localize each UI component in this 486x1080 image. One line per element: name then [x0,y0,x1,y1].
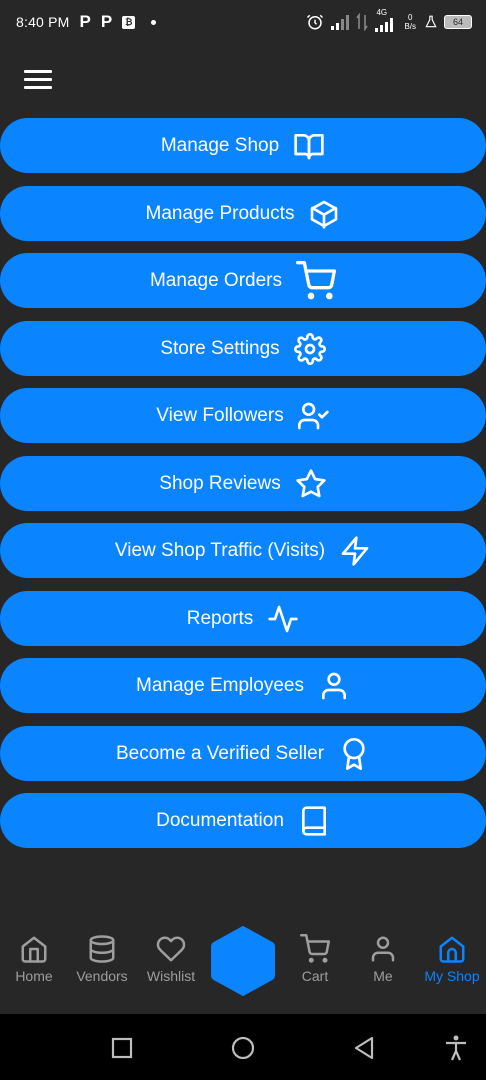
manage-employees-button[interactable]: Manage Employees [0,658,486,713]
user-icon [371,936,395,962]
gear-icon [293,332,326,365]
manage-shop-button[interactable]: Manage Shop [0,118,486,173]
nav-label: Home [15,968,53,984]
action-label: Shop Reviews [159,472,281,494]
action-label: View Shop Traffic (Visits) [114,539,326,561]
user-icon [321,672,346,699]
home-circle-icon[interactable] [229,1034,257,1062]
app-notification-icon: P [100,12,113,31]
notification-icon: ₿ [122,15,136,29]
back-icon[interactable] [350,1034,378,1062]
more-notifications-icon [151,19,157,25]
documentation-button[interactable]: Documentation [0,793,486,848]
nav-cart[interactable]: Cart [281,934,349,984]
flask-icon [425,15,437,28]
center-hexagon-button[interactable] [210,925,276,997]
lightning-icon [341,535,369,566]
battery-icon: 64 [444,15,472,29]
nav-label: Cart [301,968,329,984]
nav-wishlist[interactable]: Wishlist [137,934,205,984]
data-rate: 0 B/s [404,13,416,31]
accessibility-icon[interactable] [442,1034,470,1062]
shop-icon [439,936,465,963]
system-navigation-bar [0,1014,486,1080]
action-label: Reports [186,607,254,629]
box-icon [311,200,338,229]
alarm-icon [307,14,324,30]
nav-vendors[interactable]: Vendors [68,934,136,984]
reports-button[interactable]: Reports [0,591,486,646]
user-check-icon [297,402,329,429]
home-icon [21,936,47,963]
view-followers-button[interactable]: View Followers [0,388,486,443]
action-label: Manage Products [145,202,295,224]
nav-label: My Shop [424,968,480,984]
activity-icon [268,605,298,632]
action-label: Become a Verified Seller [115,742,325,764]
database-icon [89,935,115,963]
bottom-navigation: Home Vendors Wishlist Cart Me My Shop [0,920,486,1014]
nav-my-shop[interactable]: My Shop [418,934,486,984]
manage-products-button[interactable]: Manage Products [0,186,486,241]
nav-me[interactable]: Me [349,934,417,984]
signal-icon [331,15,350,30]
action-label: Manage Orders [149,269,282,291]
cart-icon [300,934,330,963]
recents-icon[interactable] [108,1034,136,1062]
book-icon [301,805,326,836]
book-open-icon [294,133,324,159]
action-label: Store Settings [160,337,280,359]
award-icon [343,737,365,770]
nav-label: Wishlist [146,968,196,984]
network-type: 4G [376,8,388,17]
cart-icon [296,260,336,299]
action-label: View Followers [156,404,284,426]
manage-orders-button[interactable]: Manage Orders [0,253,486,308]
nav-label: Vendors [76,968,128,984]
star-icon [296,468,326,497]
menu-icon[interactable] [24,70,52,92]
network-signal: 4G [374,8,396,32]
nav-home[interactable]: Home [0,934,68,984]
app-notification-icon: P [79,12,91,31]
store-settings-button[interactable]: Store Settings [0,321,486,376]
data-transfer-icon [356,13,369,31]
action-label: Manage Shop [160,134,280,156]
action-label: Manage Employees [136,674,304,696]
status-bar: 8:40 PM P P ₿ 4G 0 B/s 64 [0,0,486,44]
status-time: 8:40 PM [16,14,70,30]
view-shop-traffic-button[interactable]: View Shop Traffic (Visits) [0,523,486,578]
shop-reviews-button[interactable]: Shop Reviews [0,456,486,511]
heart-icon [156,936,186,962]
nav-label: Me [373,968,393,984]
become-verified-seller-button[interactable]: Become a Verified Seller [0,726,486,781]
action-label: Documentation [156,809,284,831]
